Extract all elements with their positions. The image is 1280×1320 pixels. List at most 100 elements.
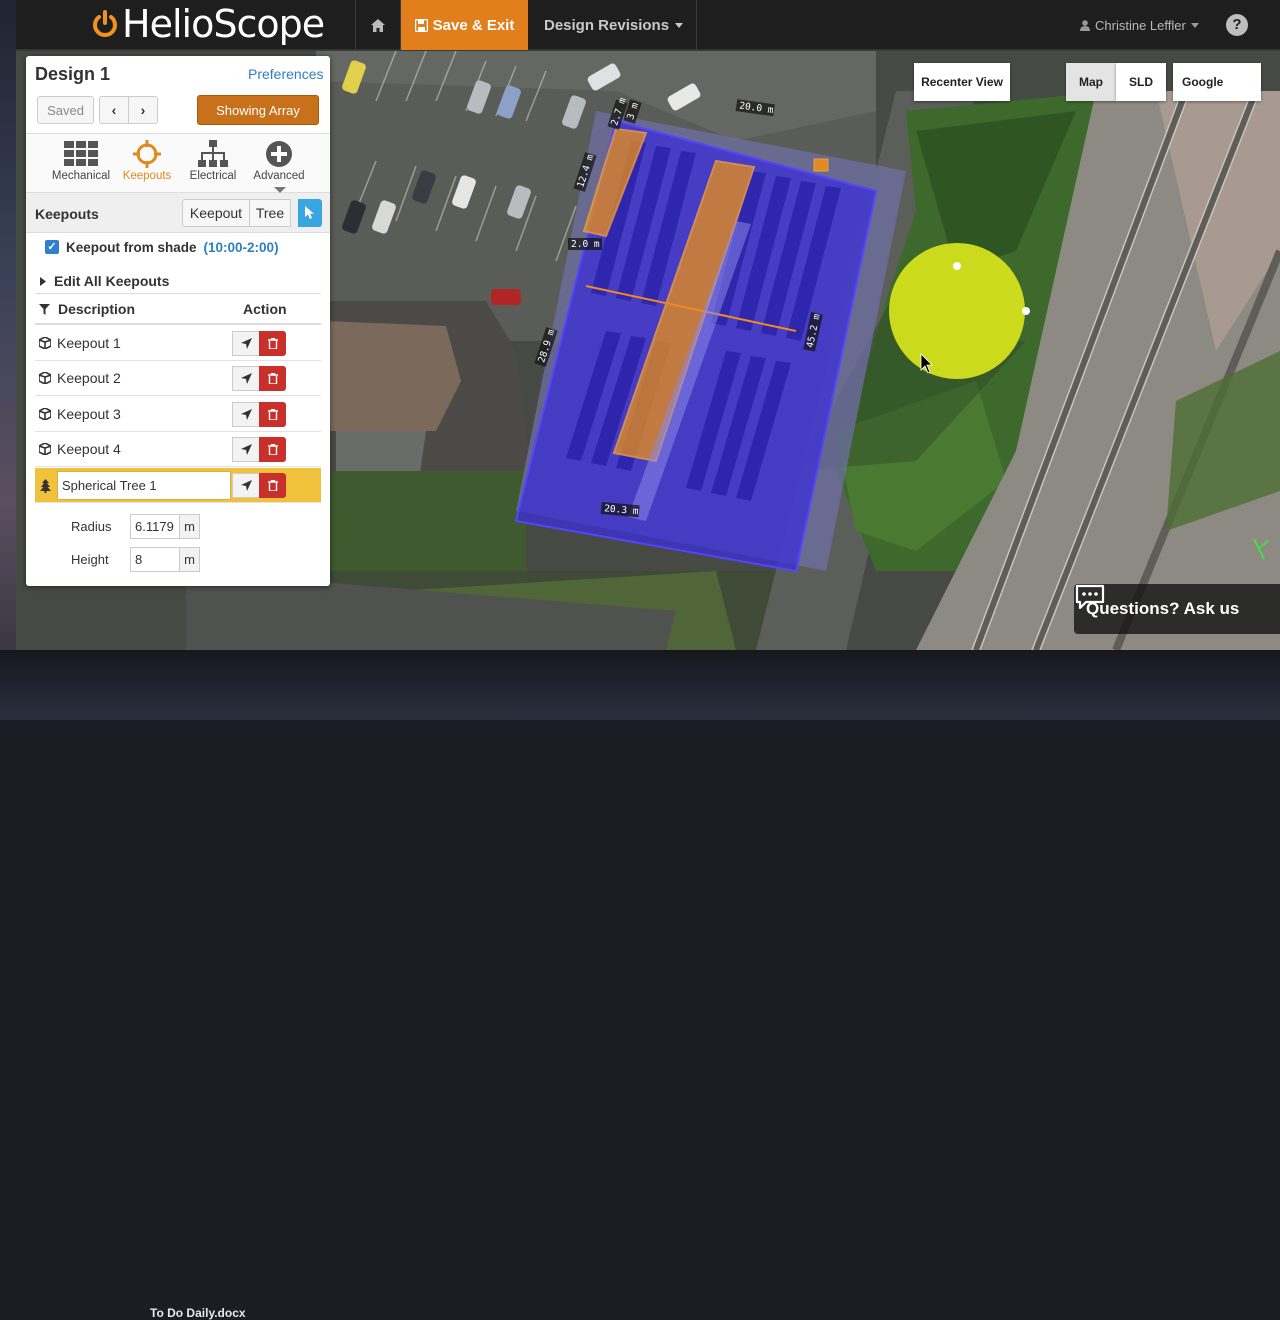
sld-layer-button[interactable]: SLD: [1116, 63, 1166, 101]
user-menu[interactable]: Christine Leffler: [1080, 0, 1199, 50]
desktop-taskbar: To Do Daily.docx: [0, 650, 1280, 1320]
keepout-mode-button[interactable]: Keepout: [182, 199, 250, 227]
nav-divider: [696, 0, 697, 50]
design-revisions-label: Design Revisions: [544, 16, 670, 34]
delete-button[interactable]: [259, 366, 286, 391]
home-icon: [371, 18, 385, 32]
radius-unit: m: [179, 514, 200, 539]
plus-circle-icon: [266, 141, 292, 167]
desktop-background-left: [0, 0, 16, 720]
desktop-file-label[interactable]: To Do Daily.docx: [150, 1306, 246, 1320]
locate-button[interactable]: [232, 473, 260, 498]
shade-label: Keepout from shade: [66, 239, 197, 255]
questions-label: Questions? Ask us: [1086, 599, 1240, 618]
map-layer-button[interactable]: Map: [1066, 63, 1116, 101]
edit-all-keepouts-toggle[interactable]: Edit All Keepouts: [40, 273, 169, 289]
redo-button[interactable]: ›: [128, 96, 158, 124]
location-arrow-icon: [240, 373, 252, 384]
location-arrow-icon: [240, 338, 252, 349]
saved-button[interactable]: Saved: [37, 96, 94, 124]
logo-text: HelioScope: [122, 2, 325, 46]
cube-icon: [39, 372, 51, 384]
keepout-label: Keepout 4: [57, 441, 121, 457]
filter-icon: [39, 303, 50, 315]
design-tabs: Mechanical Keepouts Electrical Advanced: [26, 133, 330, 193]
locate-button[interactable]: [232, 331, 260, 356]
keepout-table-header: Description Action: [35, 293, 321, 325]
description-column-header: Description: [58, 301, 136, 317]
action-column-header: Action: [243, 301, 287, 317]
home-button[interactable]: [356, 0, 400, 50]
shade-time: (10:00-2:00): [203, 239, 279, 255]
trash-icon: [267, 444, 278, 455]
save-exit-button[interactable]: Save & Exit: [401, 0, 528, 50]
tree-name-input[interactable]: Spherical Tree 1: [57, 471, 231, 500]
save-exit-label: Save & Exit: [432, 16, 515, 34]
design-revisions-menu[interactable]: Design Revisions: [544, 0, 684, 50]
tab-advanced-label: Advanced: [253, 170, 305, 182]
recenter-view-button[interactable]: Recenter View: [914, 63, 1010, 101]
location-arrow-icon: [240, 444, 252, 455]
chevron-right-icon: ›: [140, 102, 146, 118]
selected-tree-row[interactable]: Spherical Tree 1: [35, 468, 321, 503]
caret-right-icon: [40, 276, 46, 286]
delete-button[interactable]: [259, 402, 286, 427]
radius-input[interactable]: 6.1179: [130, 514, 180, 539]
tree-mode-button[interactable]: Tree: [249, 199, 291, 227]
chat-bubble-icon: [1075, 584, 1105, 610]
building-roof-brown: [326, 321, 461, 431]
select-mode-button[interactable]: [298, 199, 322, 227]
dim-label-small: 2.0 m: [571, 239, 600, 250]
tab-advanced[interactable]: Advanced: [246, 138, 312, 190]
tab-electrical[interactable]: Electrical: [180, 138, 246, 190]
keepout-label: Keepout 2: [57, 370, 121, 386]
preferences-link[interactable]: Preferences: [248, 66, 323, 82]
helioscope-logo[interactable]: HelioScope: [90, 2, 325, 46]
locate-button[interactable]: [232, 437, 260, 462]
keepout-icon: [133, 140, 161, 168]
height-unit: m: [179, 547, 200, 572]
tab-keepouts[interactable]: Keepouts: [114, 138, 180, 190]
keepout-label: Keepout 3: [57, 406, 121, 422]
delete-button[interactable]: [259, 437, 286, 462]
height-input[interactable]: 8: [130, 547, 180, 572]
keepout-row[interactable]: Keepout 2: [35, 361, 321, 396]
tab-mechanical[interactable]: Mechanical: [48, 138, 114, 190]
showing-array-button[interactable]: Showing Array: [197, 95, 319, 125]
keepout-row[interactable]: Keepout 3: [35, 397, 321, 432]
checkbox-checked-icon[interactable]: ✓: [45, 240, 59, 254]
trash-icon: [267, 338, 278, 349]
electrical-tree-icon: [198, 140, 228, 167]
trash-icon: [267, 409, 278, 420]
delete-button[interactable]: [259, 331, 286, 356]
undo-button[interactable]: ‹: [99, 96, 129, 124]
tab-mechanical-label: Mechanical: [51, 170, 111, 182]
helioscope-app: HelioScope Save & Exit Design Revisions …: [16, 0, 1280, 650]
chevron-left-icon: ‹: [111, 102, 117, 118]
tree-handle-center[interactable]: [953, 262, 961, 270]
radius-label: Radius: [71, 519, 112, 534]
locate-button[interactable]: [232, 366, 260, 391]
delete-button[interactable]: [259, 473, 286, 498]
keepout-3-shape[interactable]: [813, 158, 829, 172]
keepout-label: Keepout 1: [57, 335, 121, 351]
help-button[interactable]: ?: [1226, 14, 1248, 36]
tree-icon: [40, 479, 51, 493]
google-layer-button[interactable]: Google: [1173, 63, 1261, 101]
questions-chat-button[interactable]: Questions? Ask us: [1074, 584, 1280, 634]
height-label: Height: [71, 552, 109, 567]
cube-icon: [39, 443, 51, 455]
keepout-from-shade-option[interactable]: ✓ Keepout from shade (10:00-2:00): [45, 238, 279, 256]
user-name: Christine Leffler: [1095, 17, 1186, 33]
trash-icon: [267, 373, 278, 384]
keepouts-section-header: Keepouts Keepout Tree: [26, 193, 330, 233]
power-logo-icon: [93, 10, 117, 37]
keepout-row[interactable]: Keepout 4: [35, 432, 321, 467]
tree-handle-radius[interactable]: [1022, 307, 1030, 315]
caret-down-icon: [675, 22, 684, 28]
keepout-row[interactable]: Keepout 1: [35, 326, 321, 361]
top-nav: HelioScope Save & Exit Design Revisions …: [16, 0, 1280, 50]
user-icon: [1080, 19, 1090, 31]
tab-electrical-label: Electrical: [189, 170, 237, 182]
locate-button[interactable]: [232, 402, 260, 427]
